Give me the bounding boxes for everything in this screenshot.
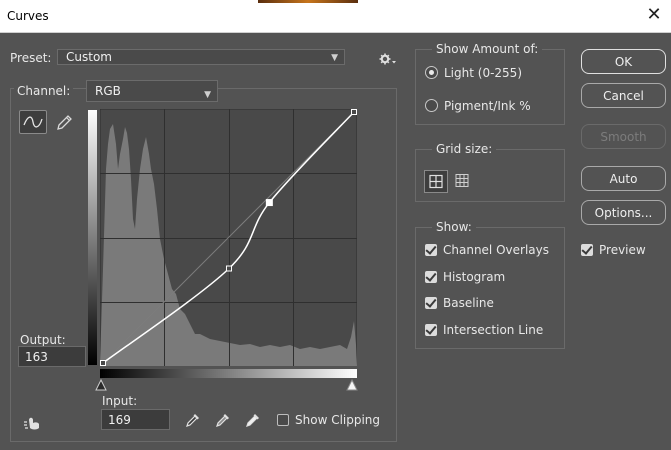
channel-dropdown[interactable]: RGB ▼ bbox=[86, 80, 218, 102]
title-bar: Curves ✕ bbox=[0, 0, 671, 33]
histogram-label: Histogram bbox=[443, 270, 506, 284]
intersection-line-label: Intersection Line bbox=[443, 323, 544, 337]
gray-eyedropper-icon[interactable] bbox=[214, 411, 232, 429]
cancel-button[interactable]: Cancel bbox=[581, 83, 666, 108]
input-field[interactable]: 169 bbox=[101, 409, 170, 430]
grid-10-icon bbox=[455, 174, 469, 187]
white-point-slider[interactable] bbox=[346, 378, 358, 391]
preview-label: Preview bbox=[599, 243, 646, 257]
simple-grid-button[interactable] bbox=[424, 170, 448, 193]
targeted-adjustment-icon[interactable] bbox=[22, 414, 44, 432]
pigment-radio[interactable] bbox=[425, 99, 438, 112]
input-label: Input: bbox=[102, 394, 138, 408]
ok-button[interactable]: OK bbox=[581, 49, 666, 74]
white-eyedropper-icon[interactable] bbox=[244, 411, 262, 429]
show-amount-title: Show Amount of: bbox=[432, 42, 543, 56]
show-amount-group bbox=[415, 49, 565, 125]
histogram-checkbox[interactable] bbox=[425, 271, 437, 283]
input-gradient-bar bbox=[100, 369, 357, 378]
preset-value: Custom bbox=[66, 50, 112, 64]
title-glow bbox=[258, 0, 358, 3]
preset-dropdown[interactable]: Custom ▼ bbox=[57, 49, 345, 65]
pencil-icon[interactable] bbox=[54, 113, 74, 133]
options-button[interactable]: Options... bbox=[581, 200, 666, 225]
window-title: Curves bbox=[7, 9, 49, 23]
show-title: Show: bbox=[432, 220, 476, 234]
black-eyedropper-icon[interactable] bbox=[184, 411, 202, 429]
chevron-down-icon: ▼ bbox=[331, 53, 338, 63]
channel-value: RGB bbox=[95, 84, 121, 98]
channel-label: Channel: bbox=[14, 84, 74, 98]
baseline-label: Baseline bbox=[443, 296, 494, 310]
channel-overlays-checkbox[interactable] bbox=[425, 244, 437, 256]
curve-tool-button[interactable] bbox=[19, 110, 47, 134]
output-field[interactable]: 163 bbox=[18, 346, 86, 367]
curves-graph[interactable] bbox=[100, 109, 357, 366]
grid-size-title: Grid size: bbox=[432, 142, 497, 156]
chevron-down-icon: ▼ bbox=[204, 90, 211, 100]
pigment-label: Pigment/Ink % bbox=[444, 99, 531, 113]
light-label: Light (0-255) bbox=[444, 66, 522, 80]
output-label: Output: bbox=[20, 333, 66, 347]
detailed-grid-button[interactable] bbox=[451, 170, 475, 193]
curve-control-point[interactable] bbox=[351, 109, 357, 115]
auto-button[interactable]: Auto bbox=[581, 166, 666, 191]
light-radio[interactable] bbox=[425, 66, 438, 79]
close-icon[interactable]: ✕ bbox=[643, 4, 665, 26]
show-clipping-checkbox[interactable] bbox=[277, 414, 289, 426]
grid-4-icon bbox=[429, 174, 443, 189]
curve-control-point[interactable] bbox=[225, 265, 232, 272]
preview-checkbox[interactable] bbox=[581, 244, 593, 256]
curve-control-point[interactable] bbox=[100, 360, 106, 366]
show-clipping-label: Show Clipping bbox=[295, 413, 381, 427]
black-point-slider[interactable] bbox=[95, 378, 107, 391]
intersection-line-checkbox[interactable] bbox=[425, 324, 437, 336]
curve-control-point[interactable] bbox=[265, 199, 273, 207]
channel-overlays-label: Channel Overlays bbox=[443, 243, 549, 257]
curve-icon bbox=[23, 116, 43, 128]
preset-label: Preset: bbox=[10, 51, 52, 65]
gear-icon[interactable] bbox=[379, 52, 397, 66]
output-gradient-bar bbox=[88, 110, 97, 365]
baseline-checkbox[interactable] bbox=[425, 297, 437, 309]
smooth-button[interactable]: Smooth bbox=[581, 124, 666, 149]
